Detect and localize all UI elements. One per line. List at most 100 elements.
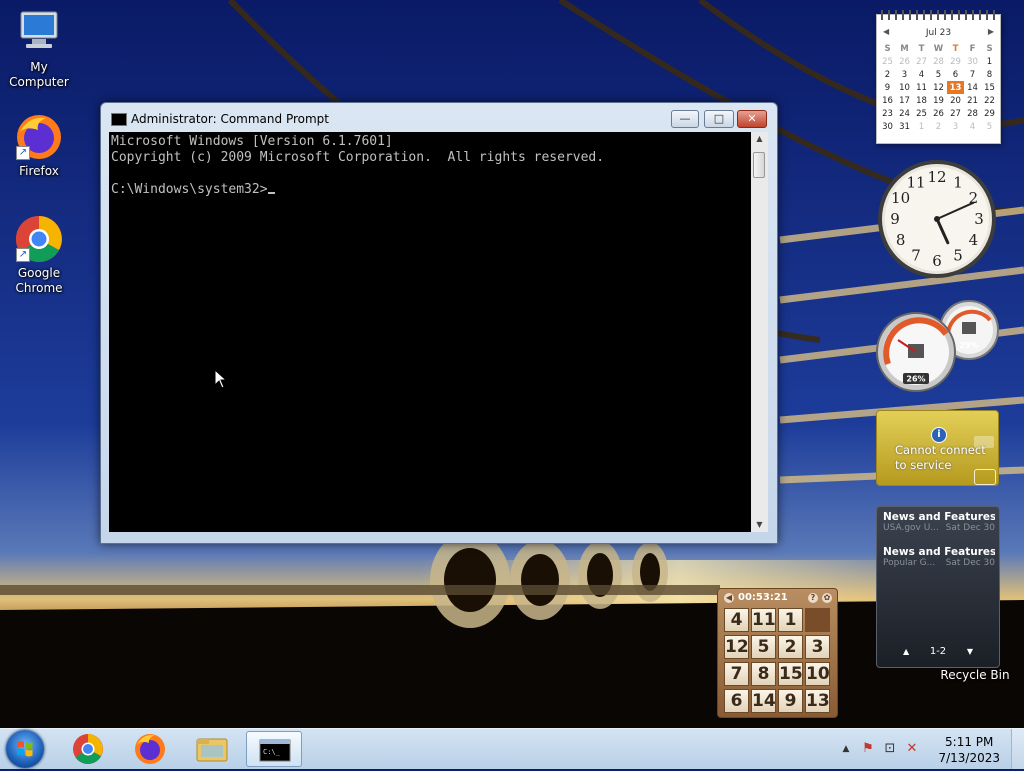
start-button[interactable] [6, 730, 44, 768]
calendar-day[interactable]: 9 [879, 81, 896, 94]
desktop-icon-recycle-bin[interactable]: Recycle Bin [938, 668, 1012, 682]
feed-source: USA.gov U... [883, 523, 939, 533]
calendar-day[interactable]: 5 [930, 68, 947, 81]
calendar-day[interactable]: 18 [913, 94, 930, 107]
calendar-day[interactable]: 28 [964, 107, 981, 120]
calendar-day[interactable]: 23 [879, 107, 896, 120]
taskbar-chrome-button[interactable] [60, 731, 116, 767]
puzzle-tile[interactable]: 8 [751, 662, 776, 686]
puzzle-tile[interactable]: 6 [724, 689, 749, 713]
puzzle-pause-icon[interactable]: ◀ [724, 593, 734, 603]
puzzle-empty-slot[interactable] [805, 608, 830, 632]
calendar-day[interactable]: 30 [964, 55, 981, 68]
calendar-day[interactable]: 3 [947, 120, 964, 133]
taskbar-explorer-button[interactable] [184, 731, 240, 767]
calendar-day[interactable]: 29 [947, 55, 964, 68]
weather-gadget[interactable]: i Cannot connect to service [876, 410, 999, 486]
calendar-day[interactable]: 2 [879, 68, 896, 81]
show-hidden-icon[interactable]: ▲ [838, 741, 854, 757]
calendar-day[interactable]: 30 [879, 120, 896, 133]
calendar-day[interactable]: 27 [947, 107, 964, 120]
puzzle-tile[interactable]: 12 [724, 635, 749, 659]
calendar-day[interactable]: 24 [896, 107, 913, 120]
puzzle-tile[interactable]: 11 [751, 608, 776, 632]
taskbar-clock[interactable]: 5:11 PM 7/13/2023 [938, 734, 1000, 766]
calendar-day[interactable]: 10 [896, 81, 913, 94]
calendar-day[interactable]: 5 [981, 120, 998, 133]
windows-logo-icon [17, 741, 33, 757]
calendar-day[interactable]: 26 [930, 107, 947, 120]
calendar-day[interactable]: 21 [964, 94, 981, 107]
desktop-icon-my-computer[interactable]: My Computer [0, 8, 78, 90]
feed-item[interactable]: News and Features f... USA.gov U... Sat D… [883, 511, 995, 533]
calendar-day[interactable]: 15 [981, 81, 998, 94]
calendar-today[interactable]: 13 [947, 81, 964, 94]
scroll-up-arrow-icon[interactable]: ▲ [751, 132, 768, 146]
calendar-day[interactable]: 28 [930, 55, 947, 68]
puzzle-tile[interactable]: 9 [778, 689, 803, 713]
maximize-button[interactable]: □ [704, 110, 734, 128]
calendar-day[interactable]: 25 [879, 55, 896, 68]
window-titlebar[interactable]: Administrator: Command Prompt — □ ✕ [101, 103, 777, 133]
next-page-icon[interactable]: ▼ [967, 647, 973, 656]
puzzle-tile[interactable]: 14 [751, 689, 776, 713]
shortcut-arrow-icon: ↗ [16, 248, 30, 262]
puzzle-picture-icon[interactable]: ✿ [822, 593, 832, 603]
calendar-day[interactable]: 20 [947, 94, 964, 107]
calendar-day[interactable]: 4 [964, 120, 981, 133]
calendar-day[interactable]: 27 [913, 55, 930, 68]
puzzle-tile[interactable]: 2 [778, 635, 803, 659]
calendar-day[interactable]: 2 [930, 120, 947, 133]
calendar-day[interactable]: 14 [964, 81, 981, 94]
console-output[interactable]: Microsoft Windows [Version 6.1.7601] Cop… [109, 132, 751, 532]
calendar-day[interactable]: 6 [947, 68, 964, 81]
clock-gadget[interactable]: 12 1234567891011 [876, 158, 998, 280]
calendar-day[interactable]: 1 [981, 55, 998, 68]
puzzle-tile[interactable]: 5 [751, 635, 776, 659]
calendar-day[interactable]: 25 [913, 107, 930, 120]
calendar-day[interactable]: 12 [930, 81, 947, 94]
cpu-meter-gadget[interactable]: 29% 26% [876, 300, 1000, 392]
network-icon[interactable]: ⊡ [882, 741, 898, 757]
puzzle-tile[interactable]: 1 [778, 608, 803, 632]
calendar-day[interactable]: 26 [896, 55, 913, 68]
calendar-day[interactable]: 3 [896, 68, 913, 81]
puzzle-tile[interactable]: 4 [724, 608, 749, 632]
minimize-button[interactable]: — [671, 110, 699, 128]
command-prompt-window[interactable]: Administrator: Command Prompt — □ ✕ Micr… [100, 102, 778, 544]
puzzle-help-icon[interactable]: ? [808, 593, 818, 603]
vertical-scrollbar[interactable]: ▲ ▼ [751, 132, 768, 532]
calendar-day[interactable]: 31 [896, 120, 913, 133]
desktop-icon-google-chrome[interactable]: ↗ Google Chrome [0, 214, 78, 296]
calendar-day[interactable]: 29 [981, 107, 998, 120]
puzzle-tile[interactable]: 15 [778, 662, 803, 686]
previous-page-icon[interactable]: ▲ [903, 647, 909, 656]
show-desktop-button[interactable] [1011, 729, 1024, 769]
taskbar-firefox-button[interactable] [122, 731, 178, 767]
calendar-day[interactable]: 8 [981, 68, 998, 81]
close-button[interactable]: ✕ [737, 110, 767, 128]
calendar-day[interactable]: 16 [879, 94, 896, 107]
calendar-day[interactable]: 22 [981, 94, 998, 107]
scroll-down-arrow-icon[interactable]: ▼ [751, 518, 768, 532]
puzzle-tile[interactable]: 7 [724, 662, 749, 686]
feed-headlines-gadget[interactable]: News and Features f... USA.gov U... Sat D… [876, 506, 1000, 668]
calendar-day[interactable]: 11 [913, 81, 930, 94]
feed-item[interactable]: News and Features f... Popular G... Sat D… [883, 546, 995, 568]
scroll-thumb[interactable] [753, 152, 765, 178]
calendar-day[interactable]: 1 [913, 120, 930, 133]
action-center-icon[interactable]: ⚑ [860, 741, 876, 757]
slide-puzzle-gadget[interactable]: ◀ 00:53:21 ? ✿ 4 11 1 12 5 2 3 7 8 15 10 6 14 9 13 [717, 588, 838, 718]
taskbar-cmd-button[interactable]: C:\_ [246, 731, 302, 767]
volume-muted-icon[interactable]: ✕ [904, 741, 920, 757]
calendar-day[interactable]: 17 [896, 94, 913, 107]
next-month-arrow-icon[interactable]: ▶ [988, 27, 994, 36]
desktop-icon-firefox[interactable]: ↗ Firefox [0, 112, 78, 179]
calendar-gadget[interactable]: ◀ Jul 23 ▶ SMTWTFS 25 26 27 28 29 30 1 2 3 4 5 6 7 8 9… [876, 10, 1001, 144]
puzzle-tile[interactable]: 10 [805, 662, 830, 686]
calendar-day[interactable]: 4 [913, 68, 930, 81]
puzzle-tile[interactable]: 13 [805, 689, 830, 713]
calendar-day[interactable]: 19 [930, 94, 947, 107]
puzzle-tile[interactable]: 3 [805, 635, 830, 659]
calendar-day[interactable]: 7 [964, 68, 981, 81]
